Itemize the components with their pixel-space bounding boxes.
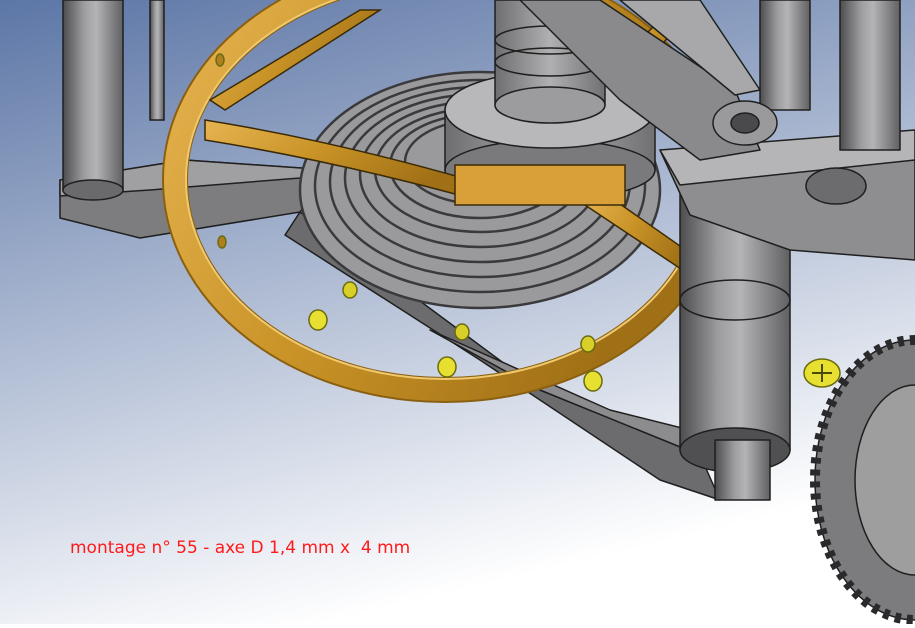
caption: montage n° 55 - axe D 1,4 mm x 4 mm (70, 538, 411, 558)
mechanism-render (0, 0, 915, 625)
cad-viewport[interactable] (0, 0, 915, 625)
plate-screw (803, 358, 841, 388)
